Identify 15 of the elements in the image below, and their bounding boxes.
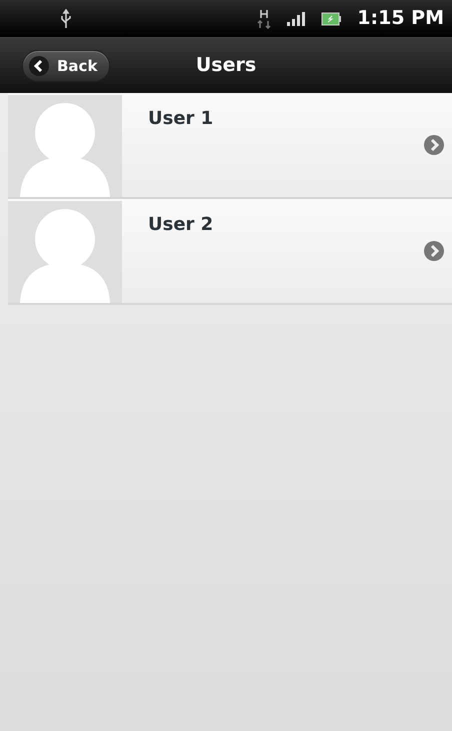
chevron-right-icon [424, 135, 444, 155]
usb-icon [60, 8, 72, 28]
data-transfer-icon [257, 8, 272, 28]
user-list-item[interactable]: User 1 [8, 93, 452, 199]
chevron-right-icon [424, 241, 444, 261]
battery-icon [321, 12, 342, 26]
user-name: User 2 [148, 213, 214, 237]
user-list-item[interactable]: User 2 [8, 199, 452, 305]
signal-icon [287, 12, 306, 26]
avatar-icon [8, 95, 122, 197]
avatar-icon [8, 201, 122, 303]
status-time: 1:15 PM [357, 6, 444, 32]
page-title: Users [196, 53, 256, 78]
back-button[interactable]: Back [22, 50, 110, 82]
user-name: User 1 [148, 107, 214, 131]
